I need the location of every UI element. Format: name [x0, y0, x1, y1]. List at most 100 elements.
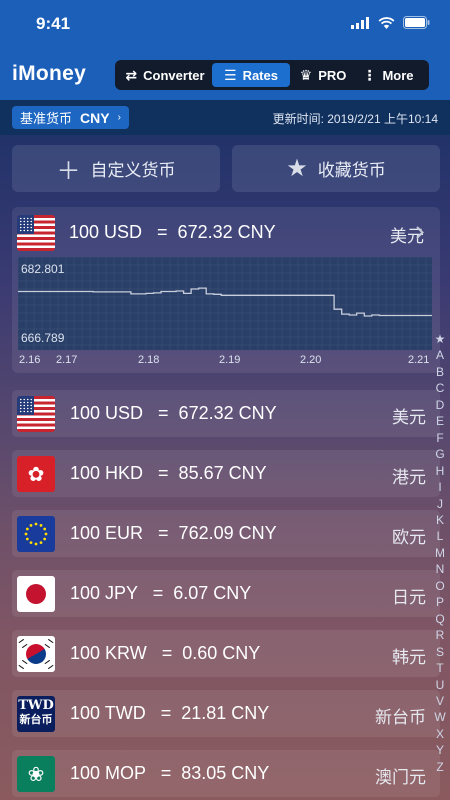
currency-name: 澳门元 [375, 768, 426, 787]
battery-icon [403, 16, 430, 29]
index-letter[interactable]: X [431, 726, 449, 742]
tw-flag-text: 新台币 [19, 713, 53, 726]
list-icon: ☰ [224, 66, 237, 83]
chart-plot [18, 257, 432, 350]
rate-row-hkd[interactable]: ✿ 100 HKD = 85.67 CNY 港元 [12, 450, 440, 497]
base-currency-code: CNY [80, 109, 110, 126]
x-tick: 2.18 [138, 354, 160, 366]
index-letter[interactable]: S [431, 644, 449, 660]
custom-currency-label: 自定义货币 [90, 161, 176, 180]
index-letter[interactable]: M [431, 545, 449, 561]
swap-icon: ⇄ [125, 66, 138, 83]
status-icons [351, 16, 430, 29]
chevron-right-icon [416, 226, 424, 239]
rate-row-mop[interactable]: ❀ 100 MOP = 83.05 CNY 澳门元 [12, 750, 440, 797]
app-header: iMoney ⇄ Converter ☰ Rates ♛ PRO ⋮ More [0, 44, 450, 100]
sub-bar: 基准货币 CNY › 更新时间: 2019/2/21 上午10:14 [0, 100, 450, 135]
rate-value: 100 KRW = 0.60 CNY [70, 643, 261, 663]
tw-flag-icon: TWD 新台币 [17, 696, 55, 732]
kr-flag-icon [17, 636, 55, 672]
tab-converter-label: Converter [143, 67, 205, 83]
tab-converter[interactable]: ⇄ Converter [118, 63, 212, 87]
tab-rates-label: Rates [242, 67, 278, 83]
currency-name: 欧元 [392, 528, 426, 547]
signal-icon [351, 16, 369, 29]
star-icon: ★ [286, 155, 308, 182]
index-letter[interactable]: ★ [431, 331, 449, 347]
index-letter[interactable]: I [431, 479, 449, 495]
segmented-control: ⇄ Converter ☰ Rates ♛ PRO ⋮ More [115, 60, 429, 90]
status-bar: 9:41 [0, 0, 450, 44]
index-letter[interactable]: Y [431, 742, 449, 758]
featured-rate: 100 USD = 672.32 CNY [69, 222, 276, 242]
rate-row-eur[interactable]: 100 EUR = 762.09 CNY 欧元 [12, 510, 440, 557]
wifi-icon [378, 16, 395, 29]
base-currency-button[interactable]: 基准货币 CNY › [12, 106, 129, 129]
index-letter[interactable]: O [431, 578, 449, 594]
rate-value: 100 USD = 672.32 CNY [70, 403, 277, 423]
tab-pro[interactable]: ♛ PRO [290, 63, 356, 87]
index-letter[interactable]: G [431, 446, 449, 462]
tab-more-label: More [382, 67, 414, 83]
index-letter[interactable]: B [431, 364, 449, 380]
favorite-currency-button[interactable]: ★ 收藏货币 [232, 145, 440, 192]
mo-flag-icon: ❀ [17, 756, 55, 792]
x-tick: 2.17 [56, 354, 78, 366]
us-flag-icon [17, 215, 55, 251]
index-letter[interactable]: W [431, 709, 449, 725]
rate-row-krw[interactable]: 100 KRW = 0.60 CNY 韩元 [12, 630, 440, 677]
status-time: 9:41 [36, 14, 71, 33]
currency-name: 新台币 [375, 708, 426, 727]
rate-value: 100 HKD = 85.67 CNY [70, 463, 267, 483]
index-letter[interactable]: K [431, 512, 449, 528]
eu-flag-icon [17, 516, 55, 552]
index-letter[interactable]: Z [431, 759, 449, 775]
index-letter[interactable]: L [431, 528, 449, 544]
index-letter[interactable]: D [431, 397, 449, 413]
index-letter[interactable]: Q [431, 611, 449, 627]
x-tick: 2.21 [408, 354, 430, 366]
tab-rates[interactable]: ☰ Rates [212, 63, 290, 87]
chevron-right-icon: › [117, 112, 121, 123]
index-letter[interactable]: J [431, 496, 449, 512]
rate-row-twd[interactable]: TWD 新台币 100 TWD = 21.81 CNY 新台币 [12, 690, 440, 737]
y-min-label: 666.789 [21, 331, 65, 345]
rate-chart: 682.801 666.789 [18, 257, 432, 350]
index-letter[interactable]: N [431, 561, 449, 577]
us-flag-icon [17, 396, 55, 432]
favorite-currency-label: 收藏货币 [317, 161, 386, 180]
rate-value: 100 MOP = 83.05 CNY [70, 763, 270, 783]
currency-name: 港元 [392, 468, 426, 487]
index-letter[interactable]: R [431, 627, 449, 643]
currency-name: 韩元 [392, 648, 426, 667]
index-letter[interactable]: U [431, 677, 449, 693]
rate-value: 100 EUR = 762.09 CNY [70, 523, 277, 543]
index-letter[interactable]: F [431, 430, 449, 446]
x-tick: 2.20 [300, 354, 322, 366]
rate-row-usd[interactable]: 100 USD = 672.32 CNY 美元 [12, 390, 440, 437]
featured-rate-card[interactable]: 100 USD = 672.32 CNY 美元 › 682.801 666.78… [12, 207, 440, 373]
index-letter[interactable]: E [431, 413, 449, 429]
rate-row-jpy[interactable]: 100 JPY = 6.07 CNY 日元 [12, 570, 440, 617]
crown-icon: ♛ [299, 66, 313, 83]
alphabet-index[interactable]: ★ A B C D E F G H I J K L M N O P Q R S T U V W X Y Z [431, 331, 449, 775]
index-letter[interactable]: T [431, 660, 449, 676]
index-letter[interactable]: P [431, 594, 449, 610]
tw-flag-text: TWD [18, 698, 54, 713]
index-letter[interactable]: V [431, 693, 449, 709]
index-letter[interactable]: C [431, 380, 449, 396]
tab-more[interactable]: ⋮ More [356, 63, 420, 87]
hk-flag-icon: ✿ [17, 456, 55, 492]
jp-flag-icon [17, 576, 55, 612]
currency-name: 日元 [392, 588, 426, 607]
rate-value: 100 TWD = 21.81 CNY [70, 703, 270, 723]
index-letter[interactable]: H [431, 463, 449, 479]
rate-value: 100 JPY = 6.07 CNY [70, 583, 252, 603]
custom-currency-button[interactable]: ＋ 自定义货币 [12, 145, 220, 192]
index-letter[interactable]: A [431, 347, 449, 363]
x-tick: 2.16 [19, 354, 41, 366]
update-time: 更新时间: 2019/2/21 上午10:14 [272, 112, 438, 126]
app-title: iMoney [12, 62, 87, 85]
dots-icon: ⋮ [362, 66, 377, 83]
base-currency-label: 基准货币 [20, 111, 73, 126]
